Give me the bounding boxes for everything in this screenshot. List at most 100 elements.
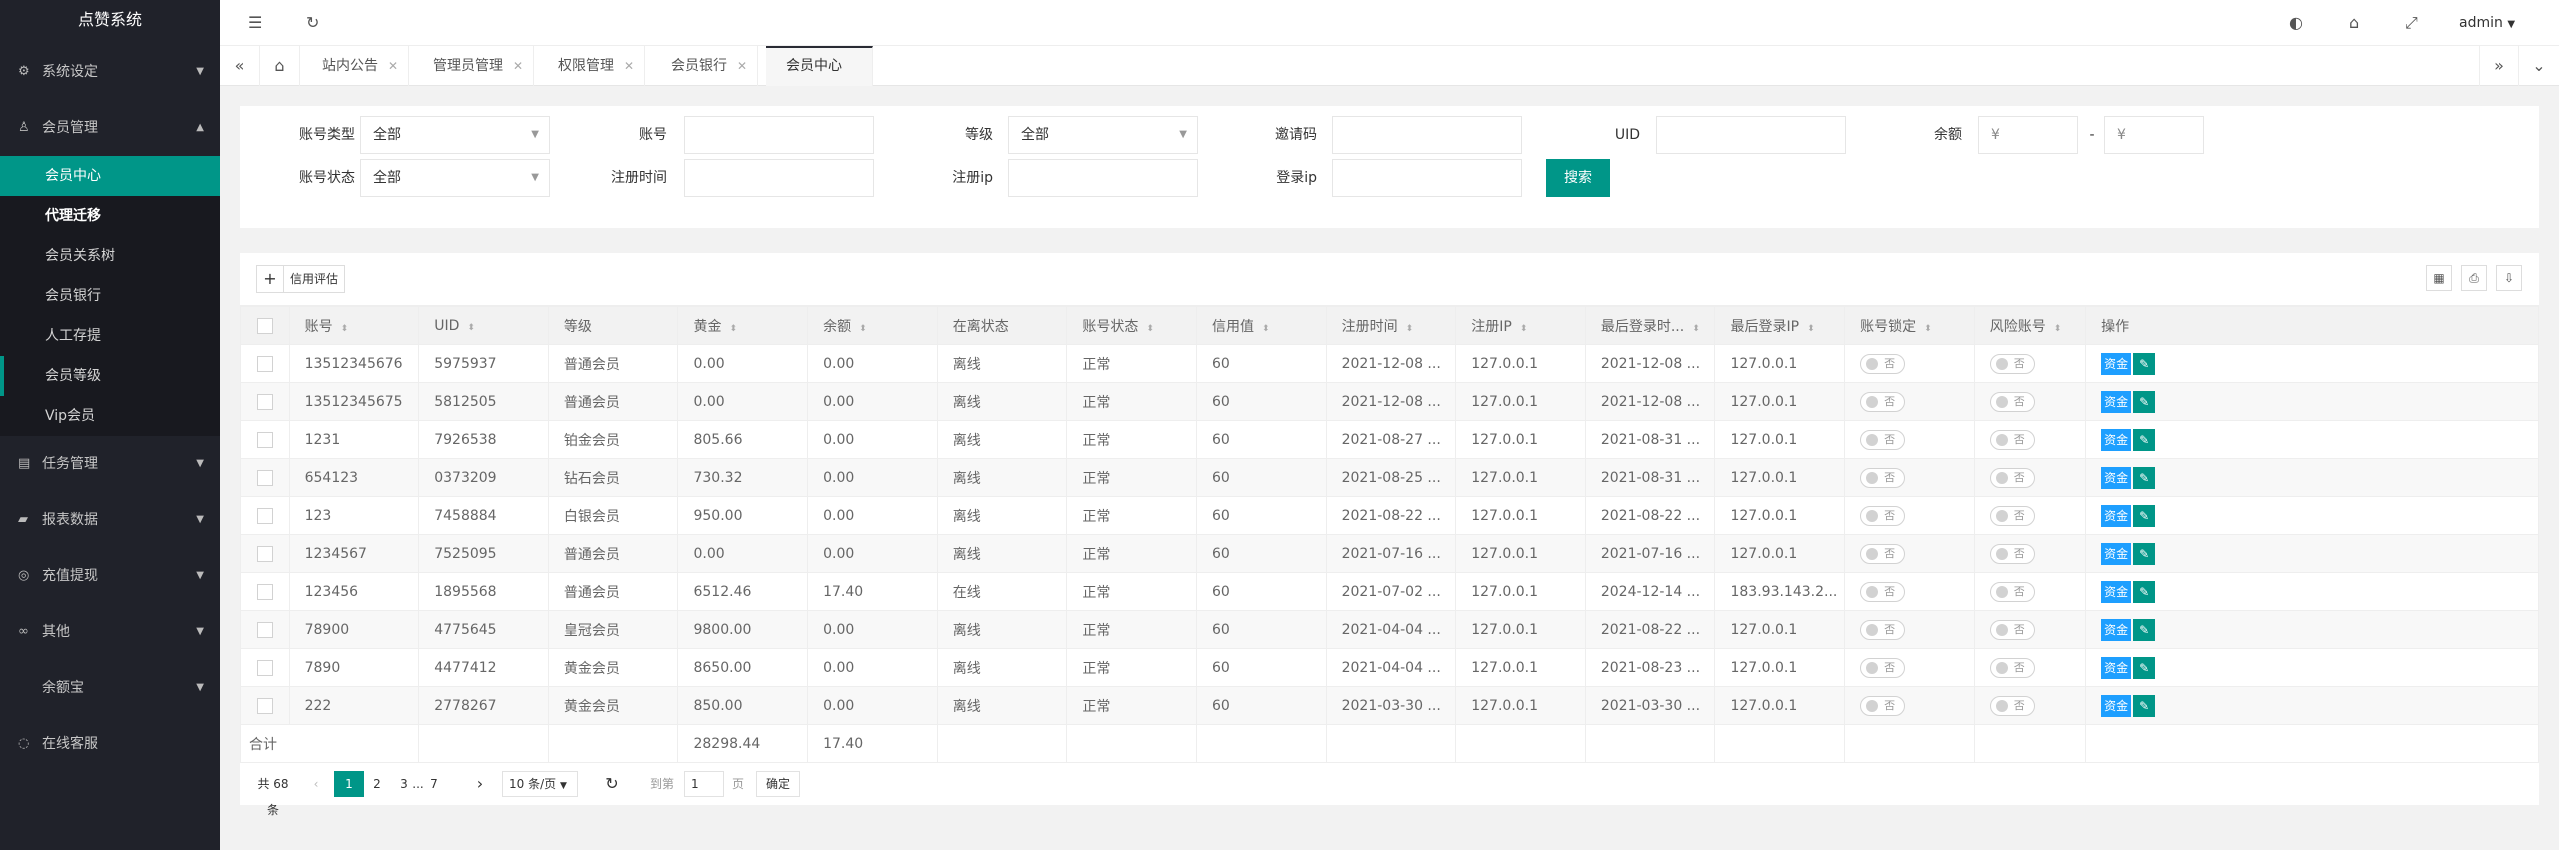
sidebar-item-agent-migrate[interactable]: 代理迁移 [0, 196, 220, 236]
account-type-select[interactable]: 全部 ▼ [360, 116, 550, 154]
tabs-menu-icon[interactable]: ⌄ [2519, 46, 2559, 86]
risk-toggle[interactable]: 否 [1989, 429, 2035, 450]
level-select[interactable]: 全部 ▼ [1008, 116, 1198, 154]
sort-icon[interactable]: ⬍ [859, 324, 867, 334]
fund-button[interactable]: 资金 [2101, 428, 2132, 451]
sidebar-item-member-bank[interactable]: 会员银行 [0, 276, 220, 316]
edit-icon[interactable]: ✎ [2133, 390, 2156, 413]
credit-eval-button[interactable]: 信用评估 [283, 265, 345, 293]
tab-notice[interactable]: 站内公告 ✕ [302, 46, 409, 86]
sort-icon[interactable]: ⬍ [1262, 324, 1270, 334]
edit-icon[interactable]: ✎ [2133, 466, 2156, 489]
next-page-icon[interactable]: › [470, 771, 490, 797]
refresh-icon[interactable]: ↻ [306, 0, 319, 46]
col-status[interactable]: 账号状态 ⬍ [1066, 306, 1197, 345]
goto-confirm-button[interactable]: 确定 [756, 771, 800, 797]
uid-input[interactable] [1656, 116, 1846, 154]
account-input[interactable] [684, 116, 874, 154]
page-2[interactable]: 2 [367, 771, 387, 797]
col-regtime[interactable]: 注册时间 ⬍ [1325, 306, 1457, 345]
prev-page-icon[interactable]: ‹ [306, 771, 326, 797]
nav-online-support[interactable]: ◌ 在线客服 [0, 716, 220, 772]
sort-icon[interactable]: ⬍ [1520, 324, 1528, 334]
col-balance[interactable]: 余额 ⬍ [807, 306, 938, 345]
balance-max-input[interactable]: ¥ [2104, 116, 2204, 154]
columns-icon[interactable]: ▦ [2426, 265, 2452, 291]
row-checkbox[interactable] [256, 697, 273, 714]
lock-toggle[interactable]: 否 [1860, 619, 1906, 640]
nav-yuebao[interactable]: 余额宝 ▼ [0, 660, 220, 716]
col-risk[interactable]: 风险账号 ⬍ [1973, 306, 2087, 345]
tabs-scroll-left-icon[interactable]: « [220, 46, 260, 86]
lock-toggle[interactable]: 否 [1860, 429, 1906, 450]
sort-icon[interactable]: ⬍ [1146, 324, 1154, 334]
risk-toggle[interactable]: 否 [1989, 619, 2035, 640]
sort-icon[interactable]: ⬍ [1692, 324, 1700, 334]
fund-button[interactable]: 资金 [2101, 694, 2132, 717]
fund-button[interactable]: 资金 [2101, 580, 2132, 603]
lock-toggle[interactable]: 否 [1860, 391, 1906, 412]
edit-icon[interactable]: ✎ [2133, 580, 2156, 603]
row-checkbox[interactable] [256, 431, 273, 448]
row-checkbox[interactable] [256, 583, 273, 600]
risk-toggle[interactable]: 否 [1989, 353, 2035, 374]
col-lastlogin[interactable]: 最后登录时... ⬍ [1584, 306, 1716, 345]
row-checkbox[interactable] [256, 355, 273, 372]
col-gold[interactable]: 黄金 ⬍ [677, 306, 809, 345]
invite-code-input[interactable] [1332, 116, 1522, 154]
page-1[interactable]: 1 [334, 771, 364, 797]
edit-icon[interactable]: ✎ [2133, 656, 2156, 679]
lock-toggle[interactable]: 否 [1860, 695, 1906, 716]
fund-button[interactable]: 资金 [2101, 542, 2132, 565]
risk-toggle[interactable]: 否 [1989, 467, 2035, 488]
row-checkbox[interactable] [256, 659, 273, 676]
col-locked[interactable]: 账号锁定 ⬍ [1844, 306, 1975, 345]
row-checkbox[interactable] [256, 469, 273, 486]
risk-toggle[interactable]: 否 [1989, 505, 2035, 526]
sidebar-item-member-center[interactable]: 会员中心 [0, 156, 220, 196]
risk-toggle[interactable]: 否 [1989, 581, 2035, 602]
menu-toggle-icon[interactable]: ☰ [248, 0, 262, 46]
export-icon[interactable]: ⇩ [2496, 265, 2522, 291]
lock-toggle[interactable]: 否 [1860, 581, 1906, 602]
fullscreen-icon[interactable]: ⤢ [2405, 0, 2418, 46]
lock-toggle[interactable]: 否 [1860, 467, 1906, 488]
row-checkbox[interactable] [256, 393, 273, 410]
edit-icon[interactable]: ✎ [2133, 618, 2156, 641]
nav-other[interactable]: ∞ 其他 ▼ [0, 604, 220, 660]
fund-button[interactable]: 资金 [2101, 390, 2132, 413]
sidebar-item-member-level[interactable]: 会员等级 [0, 356, 220, 396]
edit-icon[interactable]: ✎ [2133, 428, 2156, 451]
row-checkbox[interactable] [256, 507, 273, 524]
lock-toggle[interactable]: 否 [1860, 543, 1906, 564]
register-time-input[interactable] [684, 159, 874, 197]
user-menu[interactable]: admin ▼ [2459, 0, 2515, 46]
theme-icon[interactable]: ◐ [2289, 0, 2303, 46]
col-account[interactable]: 账号 ⬍ [288, 306, 420, 345]
risk-toggle[interactable]: 否 [1989, 391, 2035, 412]
close-icon[interactable]: ✕ [513, 46, 523, 86]
lock-toggle[interactable]: 否 [1860, 353, 1906, 374]
page-3[interactable]: 3 [396, 771, 412, 797]
lock-toggle[interactable]: 否 [1860, 505, 1906, 526]
home-icon[interactable]: ⌂ [260, 46, 300, 86]
page-number-input[interactable]: 1 [684, 771, 724, 797]
per-page-select[interactable]: 10 条/页 ▼ [502, 771, 578, 797]
row-checkbox[interactable] [256, 621, 273, 638]
edit-icon[interactable]: ✎ [2133, 542, 2156, 565]
select-all-checkbox[interactable] [256, 317, 273, 334]
edit-icon[interactable]: ✎ [2133, 694, 2156, 717]
close-icon[interactable]: ✕ [624, 46, 634, 86]
refresh-page-icon[interactable]: ↻ [602, 771, 622, 797]
tag-icon[interactable]: ⌂ [2349, 0, 2359, 46]
nav-task-management[interactable]: ▤ 任务管理 ▼ [0, 436, 220, 492]
sort-icon[interactable]: ⬍ [2054, 324, 2062, 334]
fund-button[interactable]: 资金 [2101, 656, 2132, 679]
account-status-select[interactable]: 全部 ▼ [360, 159, 550, 197]
fund-button[interactable]: 资金 [2101, 352, 2132, 375]
nav-recharge-withdraw[interactable]: ◎ 充值提现 ▼ [0, 548, 220, 604]
fund-button[interactable]: 资金 [2101, 466, 2132, 489]
sidebar-item-manual-deposit[interactable]: 人工存提 [0, 316, 220, 356]
risk-toggle[interactable]: 否 [1989, 657, 2035, 678]
search-button[interactable]: 搜索 [1546, 159, 1610, 197]
